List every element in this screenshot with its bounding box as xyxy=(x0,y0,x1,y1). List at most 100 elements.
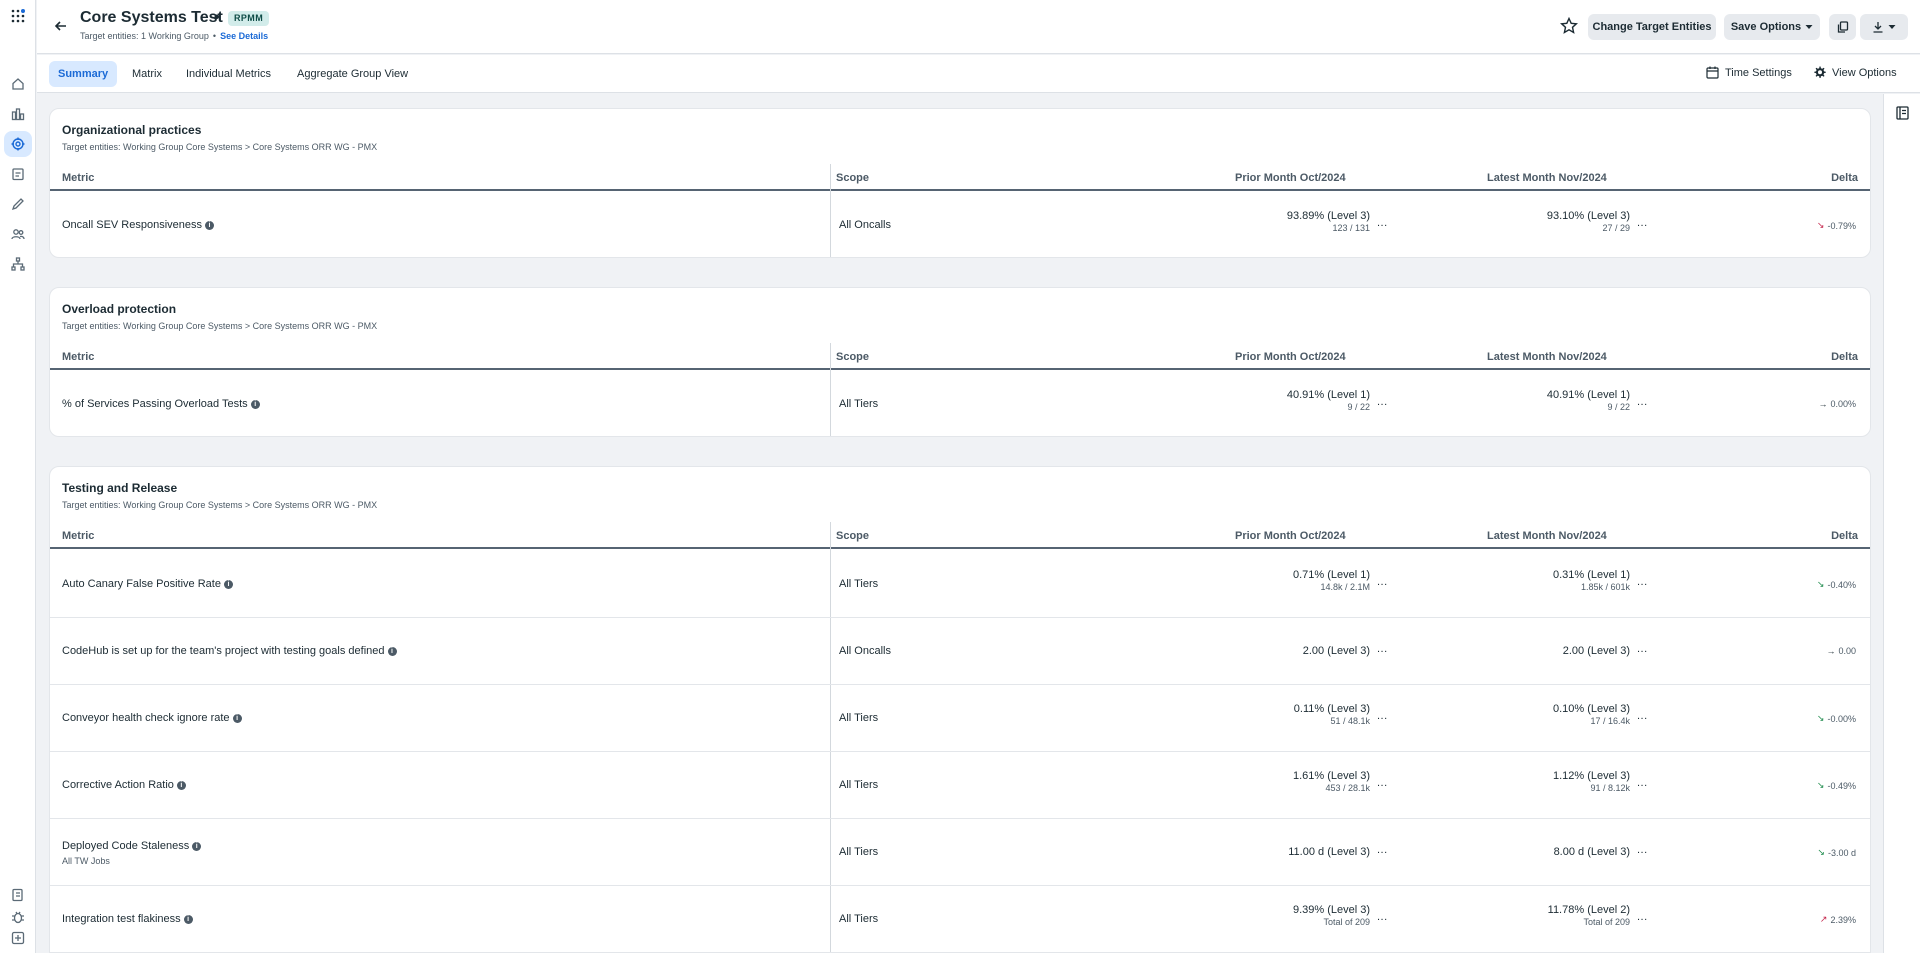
tab-individual-metrics[interactable]: Individual Metrics xyxy=(177,61,280,87)
copy-button[interactable] xyxy=(1829,14,1856,40)
latest-month-value: 2.00 (Level 3) xyxy=(1470,645,1630,657)
info-icon[interactable]: i xyxy=(387,647,397,656)
metric-name[interactable]: Oncall SEV Responsiveness i xyxy=(62,219,215,231)
back-arrow-icon[interactable] xyxy=(53,18,69,34)
hierarchy-icon[interactable] xyxy=(9,255,27,273)
latest-month-more-button[interactable]: ... xyxy=(1637,844,1648,856)
prior-month-more-button[interactable]: ... xyxy=(1377,777,1388,789)
tab-matrix[interactable]: Matrix xyxy=(123,61,171,87)
tab-aggregate-group-view[interactable]: Aggregate Group View xyxy=(288,61,417,87)
trend-down-icon: ↘ xyxy=(1816,579,1825,589)
table-row: Integration test flakiness i All Tiers 9.… xyxy=(50,886,1870,952)
people-icon[interactable] xyxy=(9,225,27,243)
section-target-entities: Target entities: Working Group Core Syst… xyxy=(62,500,378,510)
prior-month-more-button[interactable]: ... xyxy=(1377,710,1388,722)
latest-month-value: 0.10% (Level 3) 17 / 16.4k xyxy=(1470,703,1630,726)
prior-month-more-button[interactable]: ... xyxy=(1377,643,1388,655)
delta-text: 2.39% xyxy=(1830,914,1856,925)
info-icon[interactable]: i xyxy=(192,842,202,851)
bar-chart-icon[interactable] xyxy=(9,105,27,123)
home-icon[interactable] xyxy=(9,75,27,93)
table-row: Auto Canary False Positive Rate i All Tie… xyxy=(50,551,1870,618)
column-header-prior-month[interactable]: Prior Month Oct/2024 xyxy=(1235,530,1346,542)
left-nav-rail xyxy=(0,0,36,953)
target-icon[interactable] xyxy=(4,131,32,157)
save-options-button[interactable]: Save Options xyxy=(1724,14,1820,40)
column-header-delta[interactable]: Delta xyxy=(1831,530,1858,542)
time-settings-button[interactable]: Time Settings xyxy=(1706,66,1792,79)
info-icon[interactable]: i xyxy=(223,580,233,589)
page-title: Core Systems Test xyxy=(80,9,223,26)
table-header: Metric Scope Prior Month Oct/2024 Latest… xyxy=(50,164,1870,191)
pencil-icon[interactable] xyxy=(9,195,27,213)
metric-name[interactable]: Conveyor health check ignore rate i xyxy=(62,712,242,724)
latest-month-more-button[interactable]: ... xyxy=(1637,217,1648,229)
latest-month-more-button[interactable]: ... xyxy=(1637,710,1648,722)
column-header-prior-month[interactable]: Prior Month Oct/2024 xyxy=(1235,351,1346,363)
latest-month-more-button[interactable]: ... xyxy=(1637,643,1648,655)
column-header-delta[interactable]: Delta xyxy=(1831,351,1858,363)
delta-text: 0.00% xyxy=(1830,399,1856,409)
latest-month-more-button[interactable]: ... xyxy=(1637,576,1648,588)
info-icon[interactable]: i xyxy=(183,915,193,924)
prior-month-more-button[interactable]: ... xyxy=(1377,217,1388,229)
metric-name[interactable]: Auto Canary False Positive Rate i xyxy=(62,578,233,590)
info-icon[interactable]: i xyxy=(205,221,215,230)
latest-month-more-button[interactable]: ... xyxy=(1637,777,1648,789)
latest-month-main: 8.00 d (Level 3) xyxy=(1553,846,1630,858)
favorite-star-icon[interactable] xyxy=(1560,17,1578,35)
prior-month-more-button[interactable]: ... xyxy=(1377,396,1388,408)
feedback-icon[interactable] xyxy=(9,929,27,947)
metric-name[interactable]: % of Services Passing Overload Tests i xyxy=(62,398,260,410)
prior-month-value: 93.89% (Level 3) 123 / 131 xyxy=(1210,210,1370,233)
prior-month-more-button[interactable]: ... xyxy=(1377,844,1388,856)
clipboard-icon[interactable] xyxy=(9,165,27,183)
column-header-latest-month[interactable]: Latest Month Nov/2024 xyxy=(1487,530,1607,542)
metric-name[interactable]: Integration test flakiness i xyxy=(62,913,193,925)
download-menu-button[interactable] xyxy=(1860,14,1908,40)
info-icon[interactable]: i xyxy=(232,714,242,723)
latest-month-value: 1.12% (Level 3) 91 / 8.12k xyxy=(1470,770,1630,793)
column-header-prior-month[interactable]: Prior Month Oct/2024 xyxy=(1235,172,1346,184)
column-header-latest-month[interactable]: Latest Month Nov/2024 xyxy=(1487,351,1607,363)
info-icon[interactable]: i xyxy=(176,781,186,790)
see-details-link[interactable]: See Details xyxy=(220,31,268,41)
prior-month-main: 93.89% (Level 3) xyxy=(1286,210,1370,222)
column-header-delta[interactable]: Delta xyxy=(1831,172,1858,184)
latest-month-sub: 91 / 8.12k xyxy=(1590,783,1630,793)
tab-summary[interactable]: Summary xyxy=(49,61,118,87)
delta-value: ↘ -0.00% xyxy=(1817,713,1856,724)
view-options-button[interactable]: View Options xyxy=(1813,66,1897,79)
prior-month-main: 1.61% (Level 3) xyxy=(1292,770,1370,782)
bug-icon[interactable] xyxy=(9,908,27,926)
prior-month-value: 40.91% (Level 1) 9 / 22 xyxy=(1210,389,1370,412)
latest-month-value: 11.78% (Level 2) Total of 209 xyxy=(1470,904,1630,927)
table-row: % of Services Passing Overload Tests i Al… xyxy=(50,372,1870,436)
prior-month-more-button[interactable]: ... xyxy=(1377,911,1388,923)
section-target-entities: Target entities: Working Group Core Syst… xyxy=(62,321,378,331)
latest-month-more-button[interactable]: ... xyxy=(1637,911,1648,923)
view-tabs: Summary Matrix Individual Metrics Aggreg… xyxy=(37,55,1920,93)
target-entities-text: Target entities: 1 Working Group xyxy=(80,31,209,41)
change-target-entities-button[interactable]: Change Target Entities xyxy=(1588,14,1716,40)
scope-value: All Oncalls xyxy=(839,645,891,657)
scope-value: All Tiers xyxy=(839,578,879,590)
app-grid-icon[interactable] xyxy=(9,7,27,25)
metric-name[interactable]: CodeHub is set up for the team's project… xyxy=(62,645,397,657)
latest-month-value: 93.10% (Level 3) 27 / 29 xyxy=(1470,210,1630,233)
prior-month-more-button[interactable]: ... xyxy=(1377,576,1388,588)
delta-text: -3.00 d xyxy=(1827,847,1856,858)
table-row: Conveyor health check ignore rate i All T… xyxy=(50,685,1870,752)
trend-flat-icon: → xyxy=(1818,399,1828,409)
book-icon[interactable] xyxy=(9,886,27,904)
metric-name[interactable]: Deployed Code Staleness i xyxy=(62,840,202,852)
info-icon[interactable]: i xyxy=(250,400,260,409)
notes-panel-icon[interactable] xyxy=(1896,106,1909,120)
title-separator: • xyxy=(214,9,220,26)
metric-name[interactable]: Corrective Action Ratio i xyxy=(62,779,186,791)
latest-month-more-button[interactable]: ... xyxy=(1637,396,1648,408)
metric-label: CodeHub is set up for the team's project… xyxy=(62,645,385,657)
scope-value: All Tiers xyxy=(839,398,879,410)
column-header-latest-month[interactable]: Latest Month Nov/2024 xyxy=(1487,172,1607,184)
latest-month-main: 0.31% (Level 1) xyxy=(1552,569,1630,581)
